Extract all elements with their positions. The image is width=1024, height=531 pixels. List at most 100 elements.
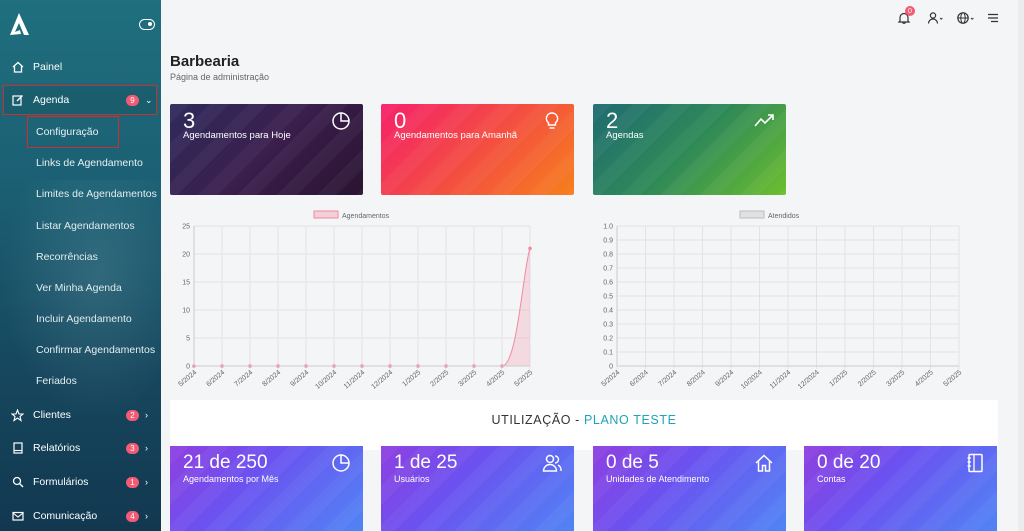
mail-icon <box>11 510 24 523</box>
x-tick-label: 3/2025 <box>885 369 906 388</box>
y-tick-label: 0.8 <box>603 252 613 259</box>
data-point <box>528 246 532 251</box>
menu-icon[interactable] <box>984 10 1002 26</box>
x-tick-label: 12/2024 <box>370 369 394 391</box>
notification-badge: 0 <box>905 6 915 16</box>
globe-icon[interactable] <box>956 10 974 26</box>
legend-label: Atendidos <box>768 213 800 220</box>
sidebar-item-label: Agenda <box>33 94 70 106</box>
usage-card-agendamentos[interactable]: 21 de 250 Agendamentos por Mês <box>170 446 363 531</box>
x-tick-label: 5/2024 <box>177 369 198 388</box>
sidebar-item-agenda[interactable]: Agenda 9 ⌄ <box>3 85 157 115</box>
usage-label: Contas <box>817 474 846 484</box>
usage-card-usuarios[interactable]: 1 de 25 Usuários <box>381 446 574 531</box>
agendamentos-chart: Agendamentos 0 5 10 15 20 25 5/2024 6/2024 7/2024… <box>177 210 534 391</box>
submenu-listar-agendamentos[interactable]: Listar Agendamentos <box>36 220 135 232</box>
brand-logo[interactable] <box>8 12 30 36</box>
x-tick-label: 3/2025 <box>457 369 478 388</box>
x-tick-label: 10/2024 <box>314 369 338 391</box>
x-tick-label: 5/2025 <box>513 369 534 388</box>
y-tick-label: 0.5 <box>603 294 613 301</box>
page-scrollbar[interactable] <box>1018 0 1024 531</box>
submenu-confirmar-agendamentos[interactable]: Confirmar Agendamentos <box>36 344 155 356</box>
chevron-right-icon: › <box>145 443 148 453</box>
sidebar-item-label: Formulários <box>33 476 89 488</box>
x-tick-label: 9/2024 <box>289 369 310 388</box>
usage-card-unidades[interactable]: 0 de 5 Unidades de Atendimento <box>593 446 786 531</box>
submenu-configuracao[interactable]: Configuração <box>27 116 119 148</box>
pie-chart-icon <box>332 112 350 130</box>
y-tick-label: 15 <box>182 280 190 287</box>
x-tick-label: 5/2024 <box>600 369 621 388</box>
y-tick-label: 0.4 <box>603 308 613 315</box>
trend-icon <box>754 114 774 127</box>
usage-value: 0 de 20 <box>817 452 881 473</box>
page-subtitle: Página de administração <box>170 72 270 82</box>
user-icon[interactable] <box>926 10 944 26</box>
y-tick-label: 0.7 <box>603 266 613 273</box>
x-tick-label: 6/2024 <box>205 369 226 388</box>
x-tick-label: 11/2024 <box>769 369 793 390</box>
count-badge: 3 <box>126 442 139 454</box>
y-tick-label: 0.2 <box>603 336 613 343</box>
x-tick-label: 1/2025 <box>828 369 849 388</box>
x-tick-label: 10/2024 <box>740 369 764 391</box>
y-tick-label: 1.0 <box>603 224 613 231</box>
page-title: Barbearia <box>170 53 240 70</box>
y-tick-label: 10 <box>182 308 190 315</box>
y-tick-label: 0.1 <box>603 350 613 357</box>
book-icon <box>11 442 24 455</box>
sidebar-toggle-icon[interactable] <box>139 19 155 30</box>
notebook-icon <box>967 453 983 473</box>
submenu-recorrencias[interactable]: Recorrências <box>36 251 98 263</box>
usage-label: Unidades de Atendimento <box>606 474 710 484</box>
chevron-right-icon: › <box>145 410 148 420</box>
legend-swatch <box>313 210 339 219</box>
submenu-ver-minha-agenda[interactable]: Ver Minha Agenda <box>36 282 122 294</box>
plan-name[interactable]: PLANO TESTE <box>584 413 677 427</box>
x-tick-label: 4/2025 <box>485 369 506 388</box>
usage-card-contas[interactable]: 0 de 20 Contas <box>804 446 997 531</box>
usage-title-text: UTILIZAÇÃO - <box>491 413 584 427</box>
users-icon <box>542 454 562 472</box>
usage-value: 1 de 25 <box>394 452 458 473</box>
sidebar-item-relatorios[interactable]: Relatórios 3 › <box>0 434 161 462</box>
y-tick-label: 20 <box>182 252 190 259</box>
count-badge: 9 <box>126 94 139 106</box>
usage-value: 0 de 5 <box>606 452 659 473</box>
stat-label: Agendamentos para Hoje <box>183 130 291 141</box>
chevron-right-icon: › <box>145 511 148 521</box>
chevron-right-icon: › <box>145 477 148 487</box>
sidebar: Painel Agenda 9 ⌄ Configuração Links de … <box>0 0 161 531</box>
y-tick-label: 0 <box>609 364 613 371</box>
house-icon <box>755 454 773 472</box>
usage-title: UTILIZAÇÃO - PLANO TESTE <box>170 413 998 427</box>
submenu-incluir-agendamento[interactable]: Incluir Agendamento <box>36 313 132 325</box>
home-icon <box>11 61 24 74</box>
edit-icon <box>11 94 24 107</box>
stat-card-agendas[interactable]: 2 Agendas <box>593 104 786 195</box>
submenu-feriados[interactable]: Feriados <box>36 375 77 387</box>
search-icon <box>11 476 24 489</box>
x-tick-label: 12/2024 <box>797 369 821 391</box>
submenu-links-agendamento[interactable]: Links de Agendamento <box>36 157 143 169</box>
sidebar-item-label: Painel <box>33 61 63 73</box>
sidebar-item-formularios[interactable]: Formulários 1 › <box>0 468 161 496</box>
stat-card-today[interactable]: 3 Agendamentos para Hoje <box>170 104 363 195</box>
x-tick-label: 5/2025 <box>942 369 963 388</box>
sidebar-item-label: Relatórios <box>33 442 81 454</box>
sidebar-item-clientes[interactable]: Clientes 2 › <box>0 401 161 429</box>
x-tick-label: 7/2024 <box>657 369 678 388</box>
sidebar-item-label: Clientes <box>33 409 71 421</box>
chevron-down-icon: ⌄ <box>145 94 153 105</box>
x-tick-label: 2/2025 <box>857 369 878 388</box>
submenu-limites-agendamentos[interactable]: Limites de Agendamentos <box>36 188 157 200</box>
y-tick-label: 5 <box>186 336 190 343</box>
stat-card-tomorrow[interactable]: 0 Agendamentos para Amanhã <box>381 104 574 195</box>
count-badge: 2 <box>126 409 139 421</box>
x-tick-label: 2/2025 <box>429 369 450 388</box>
count-badge: 1 <box>126 476 139 488</box>
sidebar-item-painel[interactable]: Painel <box>0 53 161 81</box>
y-tick-label: 0 <box>186 364 190 371</box>
sidebar-item-comunicacao[interactable]: Comunicação 4 › <box>0 502 161 530</box>
